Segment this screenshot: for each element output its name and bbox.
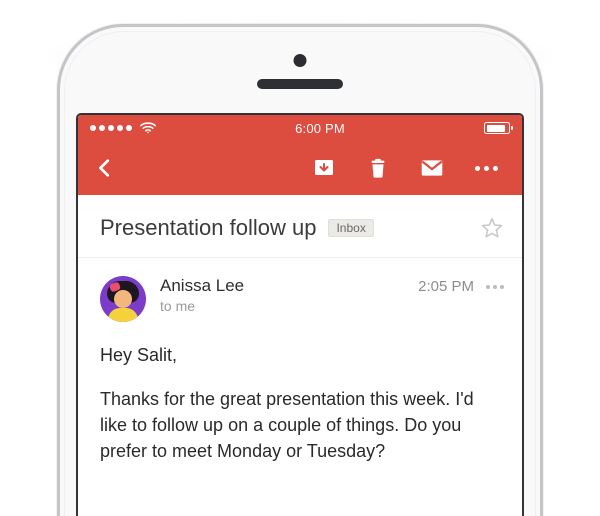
star-outline-icon bbox=[480, 216, 504, 240]
envelope-icon bbox=[419, 155, 445, 181]
body-paragraph: Thanks for the great presentation this w… bbox=[100, 386, 500, 464]
recipient-line[interactable]: to me bbox=[160, 298, 418, 314]
back-button[interactable] bbox=[88, 151, 122, 185]
body-greeting: Hey Salit, bbox=[100, 342, 500, 368]
battery-icon bbox=[484, 122, 510, 134]
email-body: Hey Salit, Thanks for the great presenta… bbox=[78, 328, 522, 464]
trash-icon bbox=[367, 157, 389, 179]
status-bar-left bbox=[90, 122, 156, 134]
message-time: 2:05 PM bbox=[418, 278, 474, 295]
signal-dots-icon bbox=[90, 125, 132, 131]
phone-frame: 6:00 PM bbox=[57, 24, 543, 516]
folder-chip[interactable]: Inbox bbox=[328, 219, 373, 237]
phone-camera bbox=[294, 54, 307, 67]
more-button[interactable] bbox=[464, 149, 508, 187]
email-subject: Presentation follow up bbox=[100, 215, 316, 241]
app-toolbar bbox=[78, 141, 522, 195]
status-bar-right bbox=[484, 122, 510, 134]
status-bar: 6:00 PM bbox=[78, 115, 522, 141]
message-more-button[interactable] bbox=[486, 285, 504, 289]
subject-row: Presentation follow up Inbox bbox=[78, 195, 522, 258]
wifi-icon bbox=[140, 122, 156, 134]
phone-speaker bbox=[257, 79, 343, 89]
archive-icon bbox=[312, 156, 336, 180]
mark-unread-button[interactable] bbox=[410, 149, 454, 187]
status-bar-time: 6:00 PM bbox=[156, 121, 484, 136]
sender-avatar[interactable] bbox=[100, 276, 146, 322]
sender-name: Anissa Lee bbox=[160, 276, 418, 296]
delete-button[interactable] bbox=[356, 149, 400, 187]
chevron-left-icon bbox=[94, 157, 116, 179]
archive-button[interactable] bbox=[302, 149, 346, 187]
star-button[interactable] bbox=[480, 216, 504, 240]
phone-screen: 6:00 PM bbox=[76, 113, 524, 516]
sender-meta: Anissa Lee to me bbox=[146, 276, 418, 314]
sender-row[interactable]: Anissa Lee to me 2:05 PM bbox=[78, 258, 522, 328]
more-horizontal-icon bbox=[475, 166, 498, 171]
